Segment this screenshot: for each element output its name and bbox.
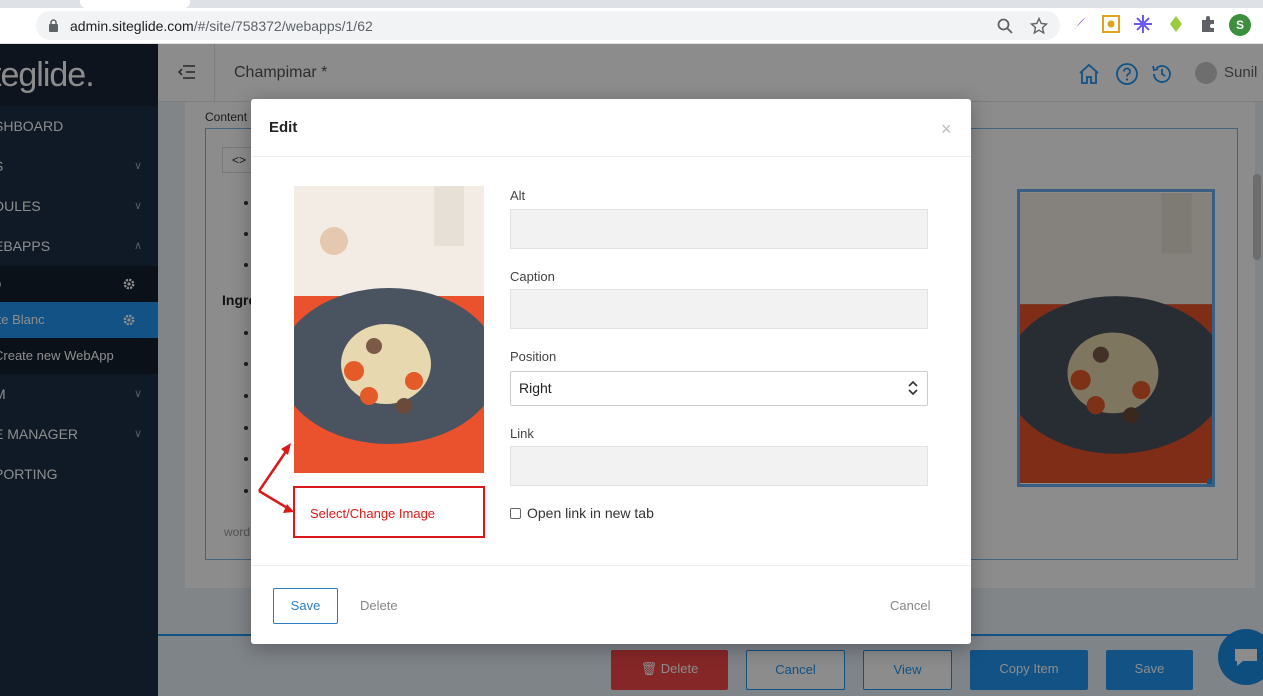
open-new-tab-checkbox[interactable] bbox=[510, 508, 521, 519]
browser-profile-avatar[interactable]: S bbox=[1229, 14, 1251, 36]
link-input[interactable] bbox=[510, 446, 928, 486]
extension-feather-icon[interactable] bbox=[1070, 14, 1090, 34]
modal-save-button[interactable]: Save bbox=[273, 588, 338, 624]
close-icon[interactable]: × bbox=[941, 119, 952, 140]
select-updown-icon bbox=[908, 380, 918, 396]
extension-diamond-icon[interactable] bbox=[1166, 14, 1186, 34]
image-preview bbox=[294, 186, 484, 473]
address-bar[interactable]: admin.siteglide.com/#/site/758372/webapp… bbox=[36, 11, 1060, 40]
position-selected-value: Right bbox=[519, 380, 552, 396]
modal-header: Edit × bbox=[251, 99, 971, 157]
open-new-tab-label[interactable]: Open link in new tab bbox=[527, 505, 654, 521]
url-path: /#/site/758372/webapps/1/62 bbox=[193, 18, 373, 34]
modal-delete-button[interactable]: Delete bbox=[360, 598, 398, 613]
select-change-image-label: Select/Change Image bbox=[310, 506, 436, 521]
extension-target-icon[interactable] bbox=[1101, 14, 1121, 34]
position-label: Position bbox=[510, 349, 557, 364]
select-change-image-button[interactable]: Select/Change Image bbox=[293, 486, 485, 538]
url-text[interactable]: admin.siteglide.com/#/site/758372/webapp… bbox=[70, 18, 373, 34]
browser-active-tab[interactable] bbox=[80, 0, 190, 8]
bookmark-star-icon[interactable] bbox=[1030, 17, 1048, 35]
browser-toolbar: admin.siteglide.com/#/site/758372/webapp… bbox=[0, 8, 1263, 44]
modal-cancel-button[interactable]: Cancel bbox=[890, 598, 930, 613]
food-photo-image bbox=[294, 186, 484, 473]
modal-footer: Save Delete Cancel bbox=[251, 565, 971, 644]
link-label: Link bbox=[510, 426, 534, 441]
extension-flower-icon[interactable] bbox=[1133, 14, 1153, 34]
extensions-puzzle-icon[interactable] bbox=[1198, 14, 1218, 34]
lock-icon[interactable] bbox=[48, 19, 59, 32]
modal-title: Edit bbox=[269, 119, 298, 136]
caption-label: Caption bbox=[510, 269, 555, 284]
browser-tabstrip bbox=[0, 0, 1263, 8]
alt-label: Alt bbox=[510, 188, 526, 203]
caption-input[interactable] bbox=[510, 289, 928, 329]
zoom-icon[interactable] bbox=[996, 17, 1014, 35]
url-host: admin.siteglide.com bbox=[70, 18, 194, 34]
position-select[interactable]: Right bbox=[510, 371, 928, 406]
edit-image-modal: Edit × Select/Change Image Alt Caption P… bbox=[251, 99, 971, 644]
alt-input[interactable] bbox=[510, 209, 928, 249]
